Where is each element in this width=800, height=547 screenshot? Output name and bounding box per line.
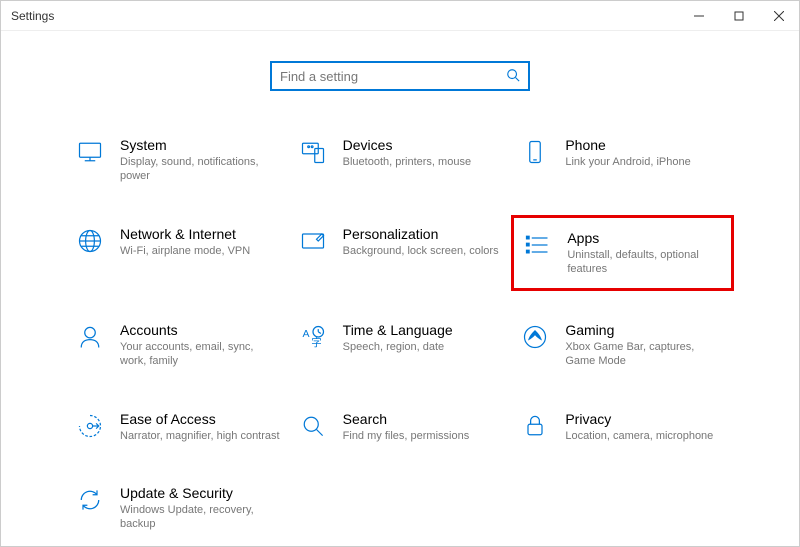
- svg-text:A: A: [302, 328, 309, 340]
- tile-title: Update & Security: [120, 485, 280, 501]
- settings-grid: System Display, sound, notifications, po…: [71, 131, 729, 538]
- tile-text: Ease of Access Narrator, magnifier, high…: [120, 411, 280, 443]
- tile-network[interactable]: Network & Internet Wi-Fi, airplane mode,…: [71, 220, 284, 287]
- tile-text: Phone Link your Android, iPhone: [565, 137, 725, 169]
- titlebar: Settings: [1, 1, 799, 31]
- tile-title: Personalization: [343, 226, 503, 242]
- tile-title: Time & Language: [343, 322, 503, 338]
- privacy-icon: [520, 411, 550, 441]
- tile-title: Accounts: [120, 322, 280, 338]
- tile-title: Search: [343, 411, 503, 427]
- tile-title: System: [120, 137, 280, 153]
- tile-text: Time & Language Speech, region, date: [343, 322, 503, 354]
- tile-time-language[interactable]: A字 Time & Language Speech, region, date: [294, 316, 507, 375]
- tile-title: Gaming: [565, 322, 725, 338]
- tile-accounts[interactable]: Accounts Your accounts, email, sync, wor…: [71, 316, 284, 375]
- tile-text: Personalization Background, lock screen,…: [343, 226, 503, 258]
- tile-gaming[interactable]: Gaming Xbox Game Bar, captures, Game Mod…: [516, 316, 729, 375]
- tile-desc: Your accounts, email, sync, work, family: [120, 340, 280, 369]
- tile-personalization[interactable]: Personalization Background, lock screen,…: [294, 220, 507, 287]
- tile-desc: Speech, region, date: [343, 340, 503, 354]
- update-icon: [75, 485, 105, 515]
- tile-desc: Narrator, magnifier, high contrast: [120, 429, 280, 443]
- time-language-icon: A字: [298, 322, 328, 352]
- tile-text: Search Find my files, permissions: [343, 411, 503, 443]
- tile-desc: Windows Update, recovery, backup: [120, 503, 280, 532]
- tile-update-security[interactable]: Update & Security Windows Update, recove…: [71, 479, 284, 538]
- tile-title: Ease of Access: [120, 411, 280, 427]
- tile-title: Network & Internet: [120, 226, 280, 242]
- tile-desc: Wi-Fi, airplane mode, VPN: [120, 244, 280, 258]
- tile-desc: Bluetooth, printers, mouse: [343, 155, 503, 169]
- tile-text: Accounts Your accounts, email, sync, wor…: [120, 322, 280, 369]
- globe-icon: [75, 226, 105, 256]
- tile-desc: Display, sound, notifications, power: [120, 155, 280, 184]
- tile-text: Apps Uninstall, defaults, optional featu…: [567, 230, 723, 277]
- window-controls: [679, 1, 799, 31]
- minimize-icon: [694, 11, 704, 21]
- tile-text: Network & Internet Wi-Fi, airplane mode,…: [120, 226, 280, 258]
- personalization-icon: [298, 226, 328, 256]
- search-tile-icon: [298, 411, 328, 441]
- tile-title: Devices: [343, 137, 503, 153]
- devices-icon: [298, 137, 328, 167]
- maximize-icon: [734, 11, 744, 21]
- close-button[interactable]: [759, 1, 799, 31]
- minimize-button[interactable]: [679, 1, 719, 31]
- search-icon: [506, 68, 520, 85]
- tile-text: Privacy Location, camera, microphone: [565, 411, 725, 443]
- tile-devices[interactable]: Devices Bluetooth, printers, mouse: [294, 131, 507, 190]
- tile-desc: Xbox Game Bar, captures, Game Mode: [565, 340, 725, 369]
- tile-phone[interactable]: Phone Link your Android, iPhone: [516, 131, 729, 190]
- tile-title: Apps: [567, 230, 723, 246]
- tile-desc: Location, camera, microphone: [565, 429, 725, 443]
- tile-title: Phone: [565, 137, 725, 153]
- tile-desc: Uninstall, defaults, optional features: [567, 248, 723, 277]
- apps-icon: [522, 230, 552, 260]
- close-icon: [774, 11, 784, 21]
- tile-title: Privacy: [565, 411, 725, 427]
- tile-text: Update & Security Windows Update, recove…: [120, 485, 280, 532]
- svg-text:字: 字: [311, 336, 322, 349]
- accounts-icon: [75, 322, 105, 352]
- tile-desc: Background, lock screen, colors: [343, 244, 503, 258]
- search-input[interactable]: [280, 69, 506, 84]
- search-box[interactable]: [270, 61, 530, 91]
- settings-window: Settings: [0, 0, 800, 547]
- phone-icon: [520, 137, 550, 167]
- tile-apps[interactable]: Apps Uninstall, defaults, optional featu…: [516, 220, 729, 287]
- gaming-icon: [520, 322, 550, 352]
- tile-text: System Display, sound, notifications, po…: [120, 137, 280, 184]
- tile-text: Gaming Xbox Game Bar, captures, Game Mod…: [565, 322, 725, 369]
- tile-text: Devices Bluetooth, printers, mouse: [343, 137, 503, 169]
- search-wrap: [71, 61, 729, 91]
- content-area: System Display, sound, notifications, po…: [1, 31, 799, 546]
- system-icon: [75, 137, 105, 167]
- tile-desc: Link your Android, iPhone: [565, 155, 725, 169]
- window-title: Settings: [11, 9, 54, 23]
- tile-system[interactable]: System Display, sound, notifications, po…: [71, 131, 284, 190]
- tile-desc: Find my files, permissions: [343, 429, 503, 443]
- tile-privacy[interactable]: Privacy Location, camera, microphone: [516, 405, 729, 449]
- maximize-button[interactable]: [719, 1, 759, 31]
- ease-of-access-icon: [75, 411, 105, 441]
- tile-ease-of-access[interactable]: Ease of Access Narrator, magnifier, high…: [71, 405, 284, 449]
- tile-search[interactable]: Search Find my files, permissions: [294, 405, 507, 449]
